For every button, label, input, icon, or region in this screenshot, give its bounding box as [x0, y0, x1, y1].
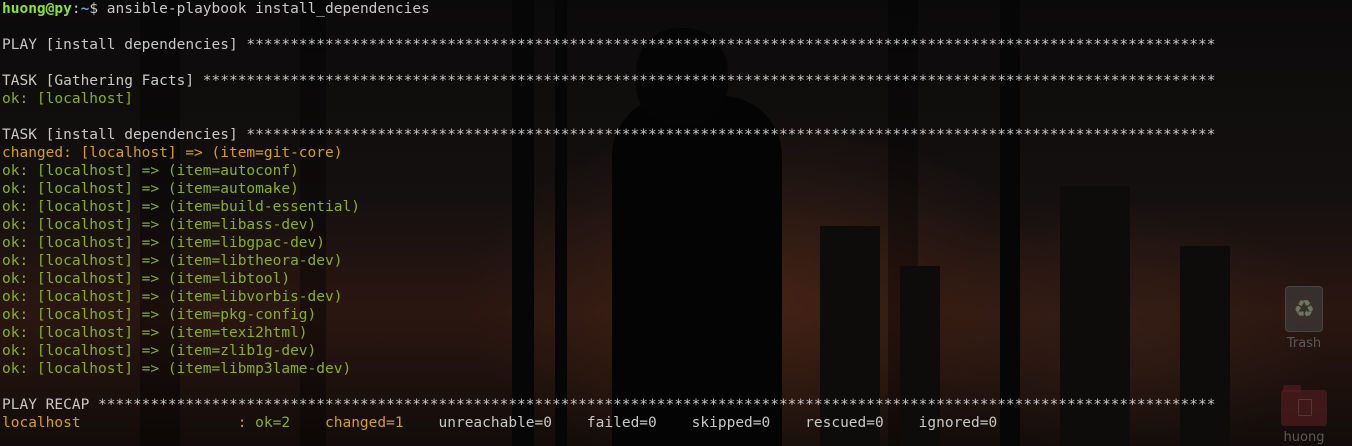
- recap-rest: unreachable=0 failed=0 skipped=0 rescued…: [429, 415, 998, 431]
- terminal-window[interactable]: huong@py:~$ ansible-playbook install_dep…: [0, 0, 1352, 446]
- command-text: ansible-playbook install_dependencies: [106, 1, 430, 17]
- task-result-line: ok: [localhost] => (item=libvorbis-dev): [2, 289, 343, 305]
- recap-host: localhost :: [2, 415, 256, 431]
- recap-ok: ok=2: [255, 415, 317, 431]
- prompt-user-host: huong@py: [2, 1, 72, 17]
- task-result-line: ok: [localhost] => (item=texi2html): [2, 325, 308, 341]
- task-gathering-facts-header: TASK [Gathering Facts] *****************…: [2, 73, 1216, 89]
- prompt-separator: :: [71, 1, 81, 17]
- task-result-line: ok: [localhost] => (item=build-essential…: [2, 199, 360, 215]
- task-result-line: ok: [localhost] => (item=libass-dev): [2, 217, 317, 233]
- task-gathering-facts-result: ok: [localhost]: [2, 91, 133, 107]
- task-result-line: changed: [localhost] => (item=git-core): [2, 145, 343, 161]
- play-header: PLAY [install dependencies] ************…: [2, 37, 1216, 53]
- task-result-line: ok: [localhost] => (item=libgpac-dev): [2, 235, 326, 251]
- task-result-line: ok: [localhost] => (item=automake): [2, 181, 299, 197]
- recap-changed: changed=1: [316, 415, 430, 431]
- task-result-line: ok: [localhost] => (item=autoconf): [2, 163, 299, 179]
- task-result-line: ok: [localhost] => (item=pkg-config): [2, 307, 317, 323]
- prompt-symbol: $: [89, 1, 107, 17]
- play-recap-row: localhost : ok=2 changed=1 unreachable=0…: [2, 414, 997, 432]
- task-result-line: ok: [localhost] => (item=zlib1g-dev): [2, 343, 317, 359]
- task-result-line: ok: [localhost] => (item=libtheora-dev): [2, 253, 343, 269]
- prompt-path: ~: [80, 1, 90, 17]
- task-result-line: ok: [localhost] => (item=libtool): [2, 271, 291, 287]
- task-install-header: TASK [install dependencies] ************…: [2, 127, 1216, 143]
- task-result-line: ok: [localhost] => (item=libmp3lame-dev): [2, 361, 352, 377]
- prompt-line: huong@py:~$ ansible-playbook install_dep…: [2, 0, 430, 18]
- play-recap-header: PLAY RECAP *****************************…: [2, 397, 1216, 413]
